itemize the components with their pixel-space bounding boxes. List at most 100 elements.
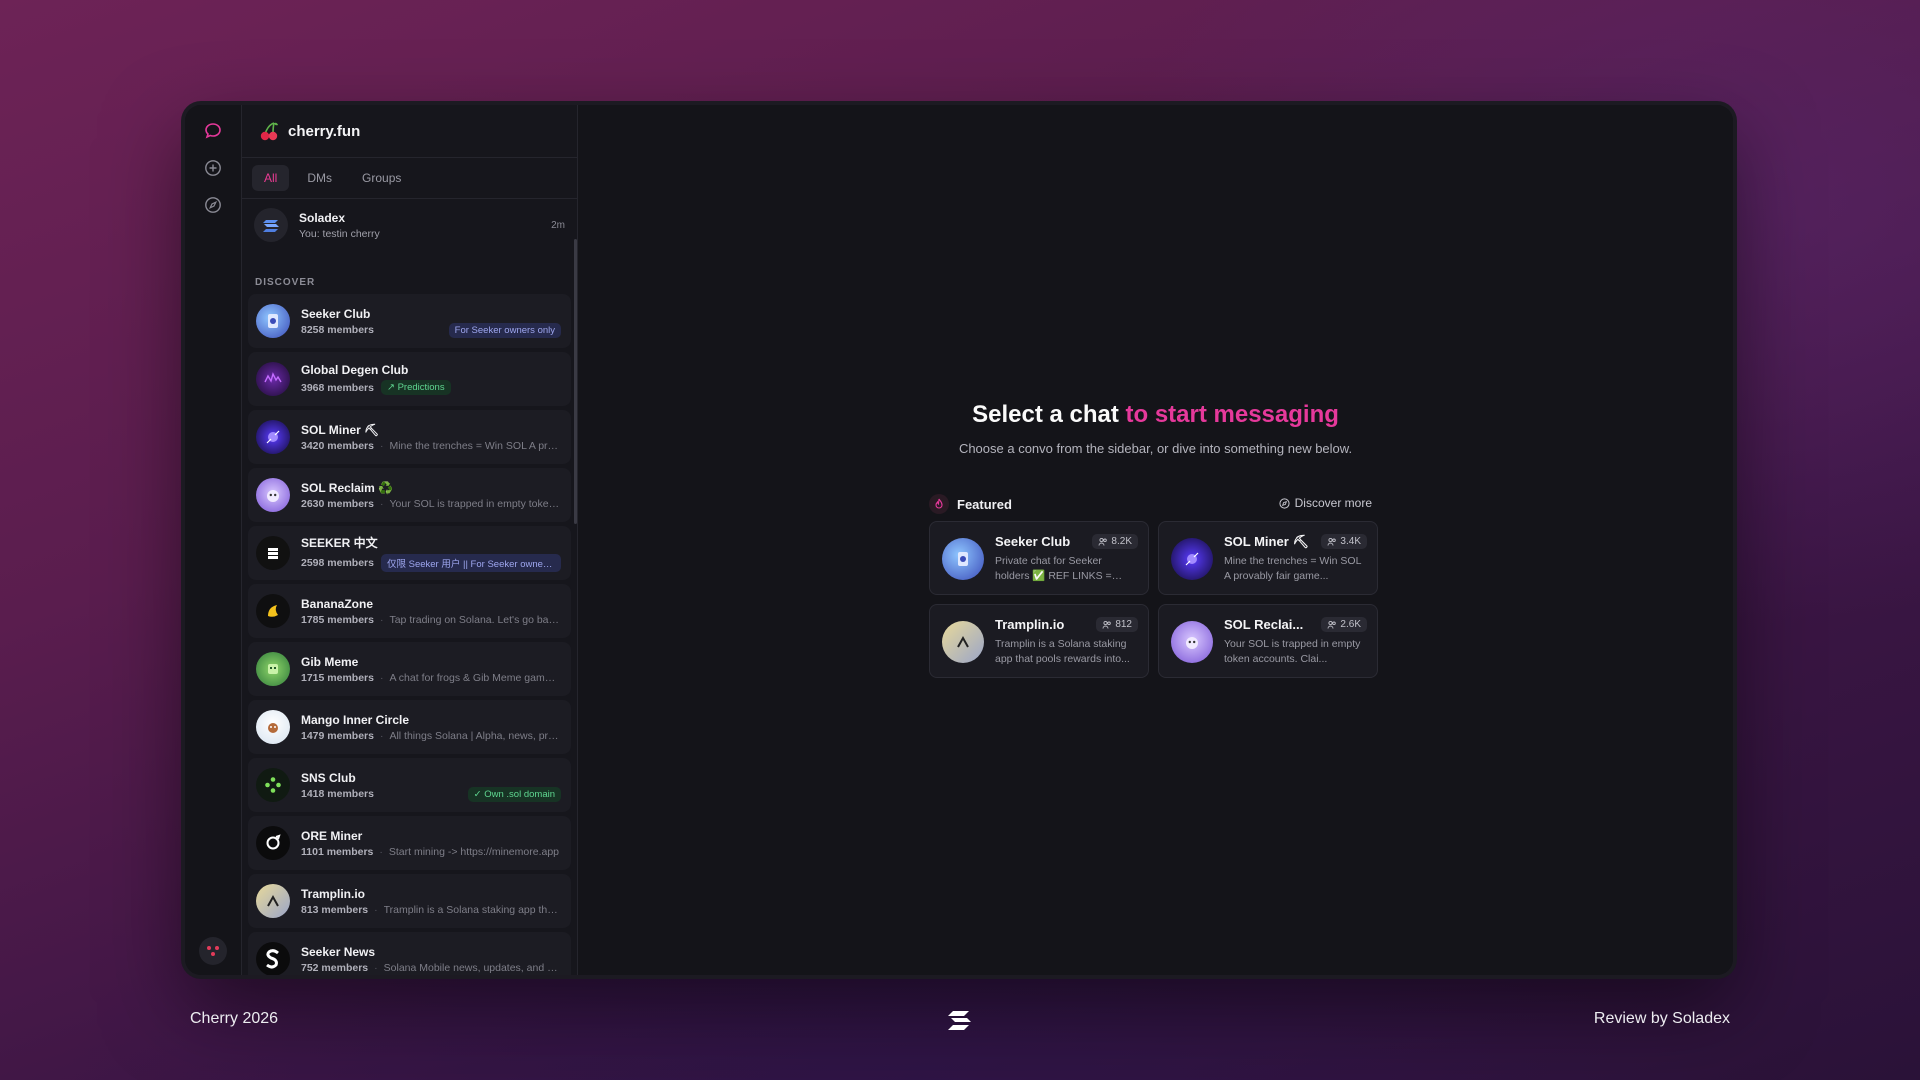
discover-more-link[interactable]: Discover more: [1279, 496, 1372, 510]
member-count: 2630 members: [301, 497, 374, 510]
member-count: 1715 members: [301, 671, 374, 684]
separator-dot: ·: [379, 845, 383, 858]
users-icon: [1327, 620, 1337, 629]
main-panel: Select a chat to start messaging Choose …: [578, 105, 1733, 975]
list-item[interactable]: Gib Meme 1715 members · A chat for frogs & …: [248, 642, 571, 696]
featured-card[interactable]: Tramplin.io 812 Tramplin is a Solana staki…: [929, 604, 1149, 678]
separator-dot: ·: [379, 497, 384, 510]
dm-name: Soladex: [299, 210, 346, 225]
filter-tabs: All DMs Groups: [242, 158, 577, 199]
list-item[interactable]: Tramplin.io 813 members · Tramplin is a Sol…: [248, 874, 571, 928]
soladex-footer-logo-icon: [946, 1006, 974, 1039]
seeker-chinese-avatar: [256, 536, 290, 570]
group-meta: 1479 members · All things Solana | Alpha, …: [301, 730, 561, 742]
featured-count-value: 812: [1115, 619, 1132, 630]
bananazone-avatar: [256, 594, 290, 628]
group-name: Seeker Club: [301, 306, 371, 321]
group-meta: 1715 members · A chat for frogs & Gib Meme…: [301, 672, 561, 684]
seeker-club-avatar: [256, 304, 290, 338]
member-count: 1785 members: [301, 613, 374, 626]
member-count: 2598 members: [301, 557, 374, 569]
group-name: SOL Reclaim ♻️: [301, 480, 394, 495]
list-item[interactable]: SEEKER 中文 2598 members 仅限 Seeker 用户 || For…: [248, 526, 571, 580]
group-badge: ✓ Own .sol domain: [467, 787, 561, 802]
group-meta: 813 members · Tramplin is a Solana staking…: [301, 904, 561, 916]
plus-circle-icon[interactable]: [201, 156, 225, 180]
featured-card[interactable]: SOL Reclai... 2.6K Your SOL is trapped in …: [1158, 604, 1378, 678]
member-count: 1418 members: [301, 787, 374, 800]
global-degen-club-avatar: [256, 362, 290, 396]
member-count: 752 members: [301, 961, 369, 974]
sns-club-avatar: [256, 768, 290, 802]
sidebar-scrollbar[interactable]: [574, 239, 577, 524]
group-name: SOL Miner ⛏: [301, 422, 380, 437]
group-description: All things Solana | Alpha, news, product…: [389, 729, 561, 742]
member-count: 1101 members: [301, 845, 374, 858]
featured-member-count: 8.2K: [1092, 534, 1138, 549]
separator-dot: ·: [379, 439, 384, 452]
featured-count-value: 3.4K: [1340, 536, 1361, 547]
tab-groups[interactable]: Groups: [350, 165, 413, 191]
list-item[interactable]: SNS Club 1418 members ✓ Own .sol domain: [248, 758, 571, 812]
group-name: SNS Club: [301, 770, 356, 785]
featured-name: Seeker Club: [995, 534, 1071, 549]
group-name: Tramplin.io: [301, 886, 366, 901]
gib-meme-avatar: [256, 652, 290, 686]
member-count: 813 members: [301, 903, 369, 916]
list-item[interactable]: Mango Inner Circle 1479 members · All thing…: [248, 700, 571, 754]
separator-dot: ·: [379, 613, 384, 626]
group-description: Start mining -> https://minemore.app: [388, 845, 560, 858]
separator-dot: ·: [374, 961, 378, 974]
tab-all[interactable]: All: [252, 165, 290, 191]
list-item[interactable]: Global Degen Club 3968 members ↗ Predictio…: [248, 352, 571, 406]
featured-member-count: 2.6K: [1321, 617, 1367, 632]
tab-dms[interactable]: DMs: [295, 165, 344, 191]
featured-description: Private chat for Seeker holders ✅ REF LI…: [995, 555, 1112, 582]
list-item[interactable]: ORE Miner 1101 members · Start mining -> ht…: [248, 816, 571, 870]
group-description: Tap trading on Solana. Let's go bananas: [389, 613, 561, 626]
tramplin-avatar: [256, 884, 290, 918]
seeker-club-avatar: [942, 538, 984, 580]
users-icon: [1102, 620, 1112, 629]
featured-header: Featured Discover more: [929, 491, 1379, 517]
featured-name: Tramplin.io: [995, 617, 1065, 632]
flame-icon: [929, 494, 949, 514]
group-name: SEEKER 中文: [301, 536, 378, 550]
group-list: Seeker Club 8258 members For Seeker owners…: [242, 294, 577, 975]
compass-icon: [1279, 497, 1290, 509]
empty-state-title: Select a chat to start messaging: [578, 401, 1733, 429]
group-description: Your SOL is trapped in empty token accou…: [389, 497, 561, 510]
featured-member-count: 812: [1096, 617, 1138, 632]
list-item[interactable]: Seeker News 752 members · Solana Mobile new…: [248, 932, 571, 975]
compass-icon[interactable]: [201, 193, 225, 217]
dm-preview: You: testin cherry: [299, 227, 380, 240]
group-badge: 仅限 Seeker 用户 || For Seeker owners only: [380, 554, 561, 572]
mango-inner-circle-avatar: [256, 710, 290, 744]
group-badge: ↗ Predictions: [380, 380, 451, 395]
group-name: BananaZone: [301, 596, 374, 611]
list-item[interactable]: SOL Reclaim ♻️ 2630 members · Your SOL is t…: [248, 468, 571, 522]
chat-bubble-icon[interactable]: [201, 119, 225, 143]
member-count: 1479 members: [301, 729, 374, 742]
featured-count-value: 2.6K: [1340, 619, 1361, 630]
list-item[interactable]: BananaZone 1785 members · Tap trading on So…: [248, 584, 571, 638]
group-description: A chat for frogs & Gib Meme game players: [389, 671, 561, 684]
featured-description: Your SOL is trapped in empty token accou…: [1224, 638, 1361, 665]
group-name: Global Degen Club: [301, 363, 409, 377]
featured-label: Featured: [957, 496, 1012, 512]
group-description: Solana Mobile news, updates, and more: [383, 961, 561, 974]
empty-state-subtitle: Choose a convo from the sidebar, or dive…: [958, 441, 1353, 456]
group-name: Seeker News: [301, 944, 376, 959]
featured-card[interactable]: SOL Miner ⛏ 3.4K Mine the trenches = Win S…: [1158, 521, 1378, 595]
list-item[interactable]: Seeker Club 8258 members For Seeker owners…: [248, 294, 571, 348]
featured-description: Tramplin is a Solana staking app that po…: [995, 638, 1130, 665]
discover-more-label: Discover more: [1294, 496, 1372, 510]
footer-right: Review by Soladex: [1593, 1010, 1730, 1027]
user-avatar[interactable]: [199, 937, 227, 965]
list-item[interactable]: SOL Miner ⛏ 3420 members · Mine the trenche…: [248, 410, 571, 464]
discover-section-label: DISCOVER: [255, 277, 316, 288]
dm-row-soladex[interactable]: Soladex You: testin cherry 2m: [242, 199, 577, 251]
featured-card[interactable]: Seeker Club 8.2K Private chat for Seeker h…: [929, 521, 1149, 595]
group-meta: 1785 members · Tap trading on Solana. Let'…: [301, 614, 561, 626]
group-name: Mango Inner Circle: [301, 712, 410, 727]
